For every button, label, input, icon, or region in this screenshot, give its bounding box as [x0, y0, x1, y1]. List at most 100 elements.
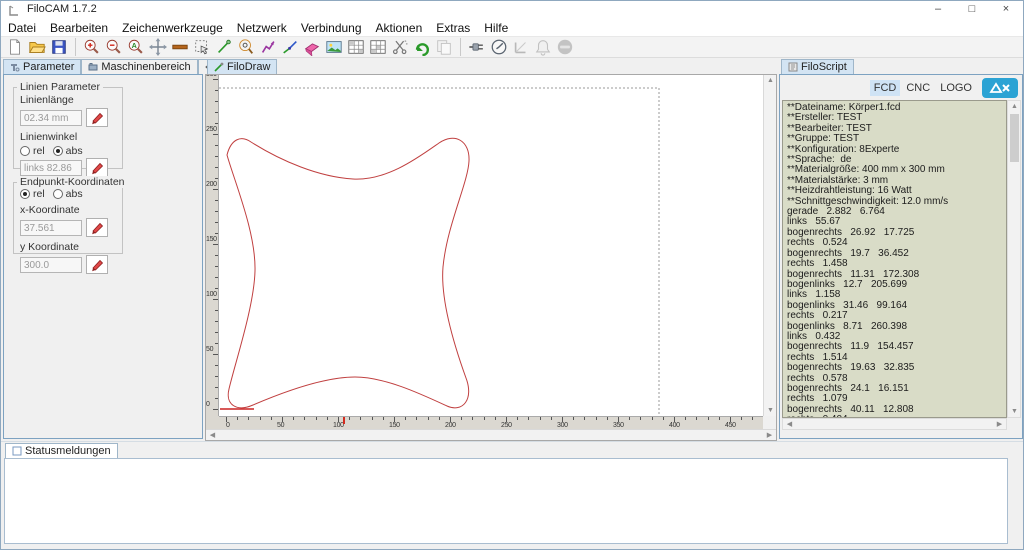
linien-parameter-title: Linien Parameter	[17, 81, 103, 93]
angle-line-button[interactable]	[279, 37, 301, 57]
toolbar-separator	[460, 38, 461, 56]
filoscript-icon	[788, 62, 798, 72]
filoscript-body: FCD CNC LOGO **Dateiname: Körper1.fcd **Ers…	[779, 74, 1023, 439]
scroll-up-icon[interactable]: ▲	[764, 75, 777, 86]
menu-bearbeiten[interactable]: Bearbeiten	[43, 19, 115, 37]
linienwinkel-input[interactable]: links 82.86	[20, 159, 82, 176]
toolbar-separator	[75, 38, 76, 56]
status-separator	[1, 441, 1023, 442]
eraser-icon	[304, 43, 320, 56]
ruler-h-label: 350	[613, 422, 624, 429]
ruler-h-label: 250	[501, 422, 512, 429]
endpunkt-radio-abs[interactable]: abs	[52, 188, 83, 200]
zoom-out-button[interactable]	[103, 37, 125, 57]
toolbar: A	[1, 37, 1023, 58]
linienlaenge-label: Linienlänge	[20, 94, 74, 106]
linienwinkel-radio-rel[interactable]: rel	[20, 145, 45, 157]
script-scroll-down-icon[interactable]: ▼	[1008, 406, 1021, 417]
import-contour-button[interactable]	[411, 37, 433, 57]
machine-gauge-icon	[491, 39, 507, 55]
grid-view-1-icon	[348, 40, 364, 54]
tab-statusmeldungen[interactable]: Statusmeldungen	[5, 443, 118, 458]
scroll-down-icon[interactable]: ▼	[764, 405, 777, 416]
x-koordinate-edit-button[interactable]	[86, 218, 108, 237]
ruler-h-label: 50	[277, 422, 285, 429]
draw-vertical-scrollbar[interactable]: ▲ ▼	[763, 75, 776, 416]
tab-filodraw[interactable]: FiloDraw	[207, 59, 278, 74]
app-icon	[8, 4, 20, 16]
scroll-left-icon[interactable]: ◀	[206, 430, 219, 441]
new-file-button[interactable]	[4, 37, 26, 57]
script-text-area[interactable]: **Dateiname: Körper1.fcd **Ersteller: TES…	[782, 100, 1007, 418]
grid-view-1-button[interactable]	[345, 37, 367, 57]
copy-contour-icon	[437, 40, 451, 55]
emergency-stop-button	[554, 37, 576, 57]
polyline-button[interactable]	[257, 37, 279, 57]
eraser-button[interactable]	[301, 37, 323, 57]
menu-netzwerk[interactable]: Netzwerk	[230, 19, 294, 37]
subtab-logo[interactable]: LOGO	[936, 80, 976, 96]
script-scroll-up-icon[interactable]: ▲	[1008, 101, 1021, 112]
draw-line-button[interactable]	[213, 37, 235, 57]
y-koordinate-input[interactable]: 300.0	[20, 256, 82, 273]
y-koordinate-edit-button[interactable]	[86, 255, 108, 274]
tab-parameter[interactable]: Parameter	[3, 59, 82, 74]
x-koordinate-input[interactable]: 37.561	[20, 219, 82, 236]
script-scroll-right-icon[interactable]: ▶	[993, 419, 1006, 430]
minimize-button[interactable]: –	[921, 1, 955, 19]
subtab-fcd[interactable]: FCD	[869, 80, 901, 96]
script-horizontal-scrollbar[interactable]: ◀ ▶	[782, 418, 1007, 430]
subtab-cnc[interactable]: CNC	[902, 80, 934, 96]
linien-parameter-group: Linien Parameter Linienlänge 02.34 mm Li…	[13, 81, 123, 177]
maximize-button[interactable]: □	[955, 1, 989, 19]
plug-connect-button[interactable]	[466, 37, 488, 57]
ruler-cursor-mark	[343, 417, 345, 424]
ruler-v-label: 250	[206, 126, 217, 133]
linienlaenge-input[interactable]: 02.34 mm	[20, 109, 82, 126]
notify-bell-button	[532, 37, 554, 57]
machine-gauge-button[interactable]	[488, 37, 510, 57]
menu-zeichenwerkzeuge[interactable]: Zeichenwerkzeuge	[115, 19, 230, 37]
grid-view-2-icon	[370, 40, 386, 54]
zoom-in-button[interactable]	[81, 37, 103, 57]
insert-image-button[interactable]	[323, 37, 345, 57]
script-vertical-scrollbar[interactable]: ▲ ▼	[1007, 100, 1021, 418]
status-messages-panel	[4, 458, 1008, 544]
menu-verbindung[interactable]: Verbindung	[294, 19, 369, 37]
endpunkt-radio-rel[interactable]: rel	[20, 188, 45, 200]
emergency-stop-icon	[557, 39, 573, 55]
menu-datei[interactable]: Datei	[1, 19, 43, 37]
linienwinkel-edit-button[interactable]	[86, 158, 108, 177]
linienwinkel-radio-abs[interactable]: abs	[52, 145, 83, 157]
scroll-right-icon[interactable]: ▶	[763, 430, 776, 441]
brand-logo-button[interactable]	[982, 78, 1018, 98]
ruler-v-label: 50	[206, 346, 214, 353]
line-width-button[interactable]	[169, 37, 191, 57]
pan-button[interactable]	[147, 37, 169, 57]
select-region-button[interactable]	[191, 37, 213, 57]
drawing-canvas[interactable]	[219, 75, 763, 416]
horizontal-ruler: 0 50 100 150 200 250 300 350 400 450	[219, 416, 763, 429]
menu-hilfe[interactable]: Hilfe	[477, 19, 515, 37]
zoom-selection-icon	[239, 39, 254, 54]
save-button[interactable]	[48, 37, 70, 57]
draw-line-icon	[218, 39, 231, 53]
tab-maschinenbereich[interactable]: Maschinenbereich	[81, 59, 198, 74]
open-folder-button[interactable]	[26, 37, 48, 57]
angle-line-icon	[283, 41, 297, 54]
zoom-fit-button[interactable]: A	[125, 37, 147, 57]
tab-filoscript[interactable]: FiloScript	[781, 59, 854, 74]
close-button[interactable]: ×	[989, 1, 1023, 19]
menu-extras[interactable]: Extras	[429, 19, 477, 37]
filodraw-icon	[214, 62, 224, 72]
cut-contour-button[interactable]	[389, 37, 411, 57]
script-scroll-left-icon[interactable]: ◀	[783, 419, 796, 430]
polyline-icon	[261, 41, 275, 53]
menu-aktionen[interactable]: Aktionen	[369, 19, 430, 37]
linienlaenge-edit-button[interactable]	[86, 108, 108, 127]
grid-view-2-button[interactable]	[367, 37, 389, 57]
draw-horizontal-scrollbar[interactable]: ◀ ▶	[206, 429, 776, 440]
script-line: bogenrechts 19.63 32.835	[787, 362, 915, 374]
ruler-v-label: 0	[206, 401, 210, 408]
zoom-selection-button[interactable]	[235, 37, 257, 57]
